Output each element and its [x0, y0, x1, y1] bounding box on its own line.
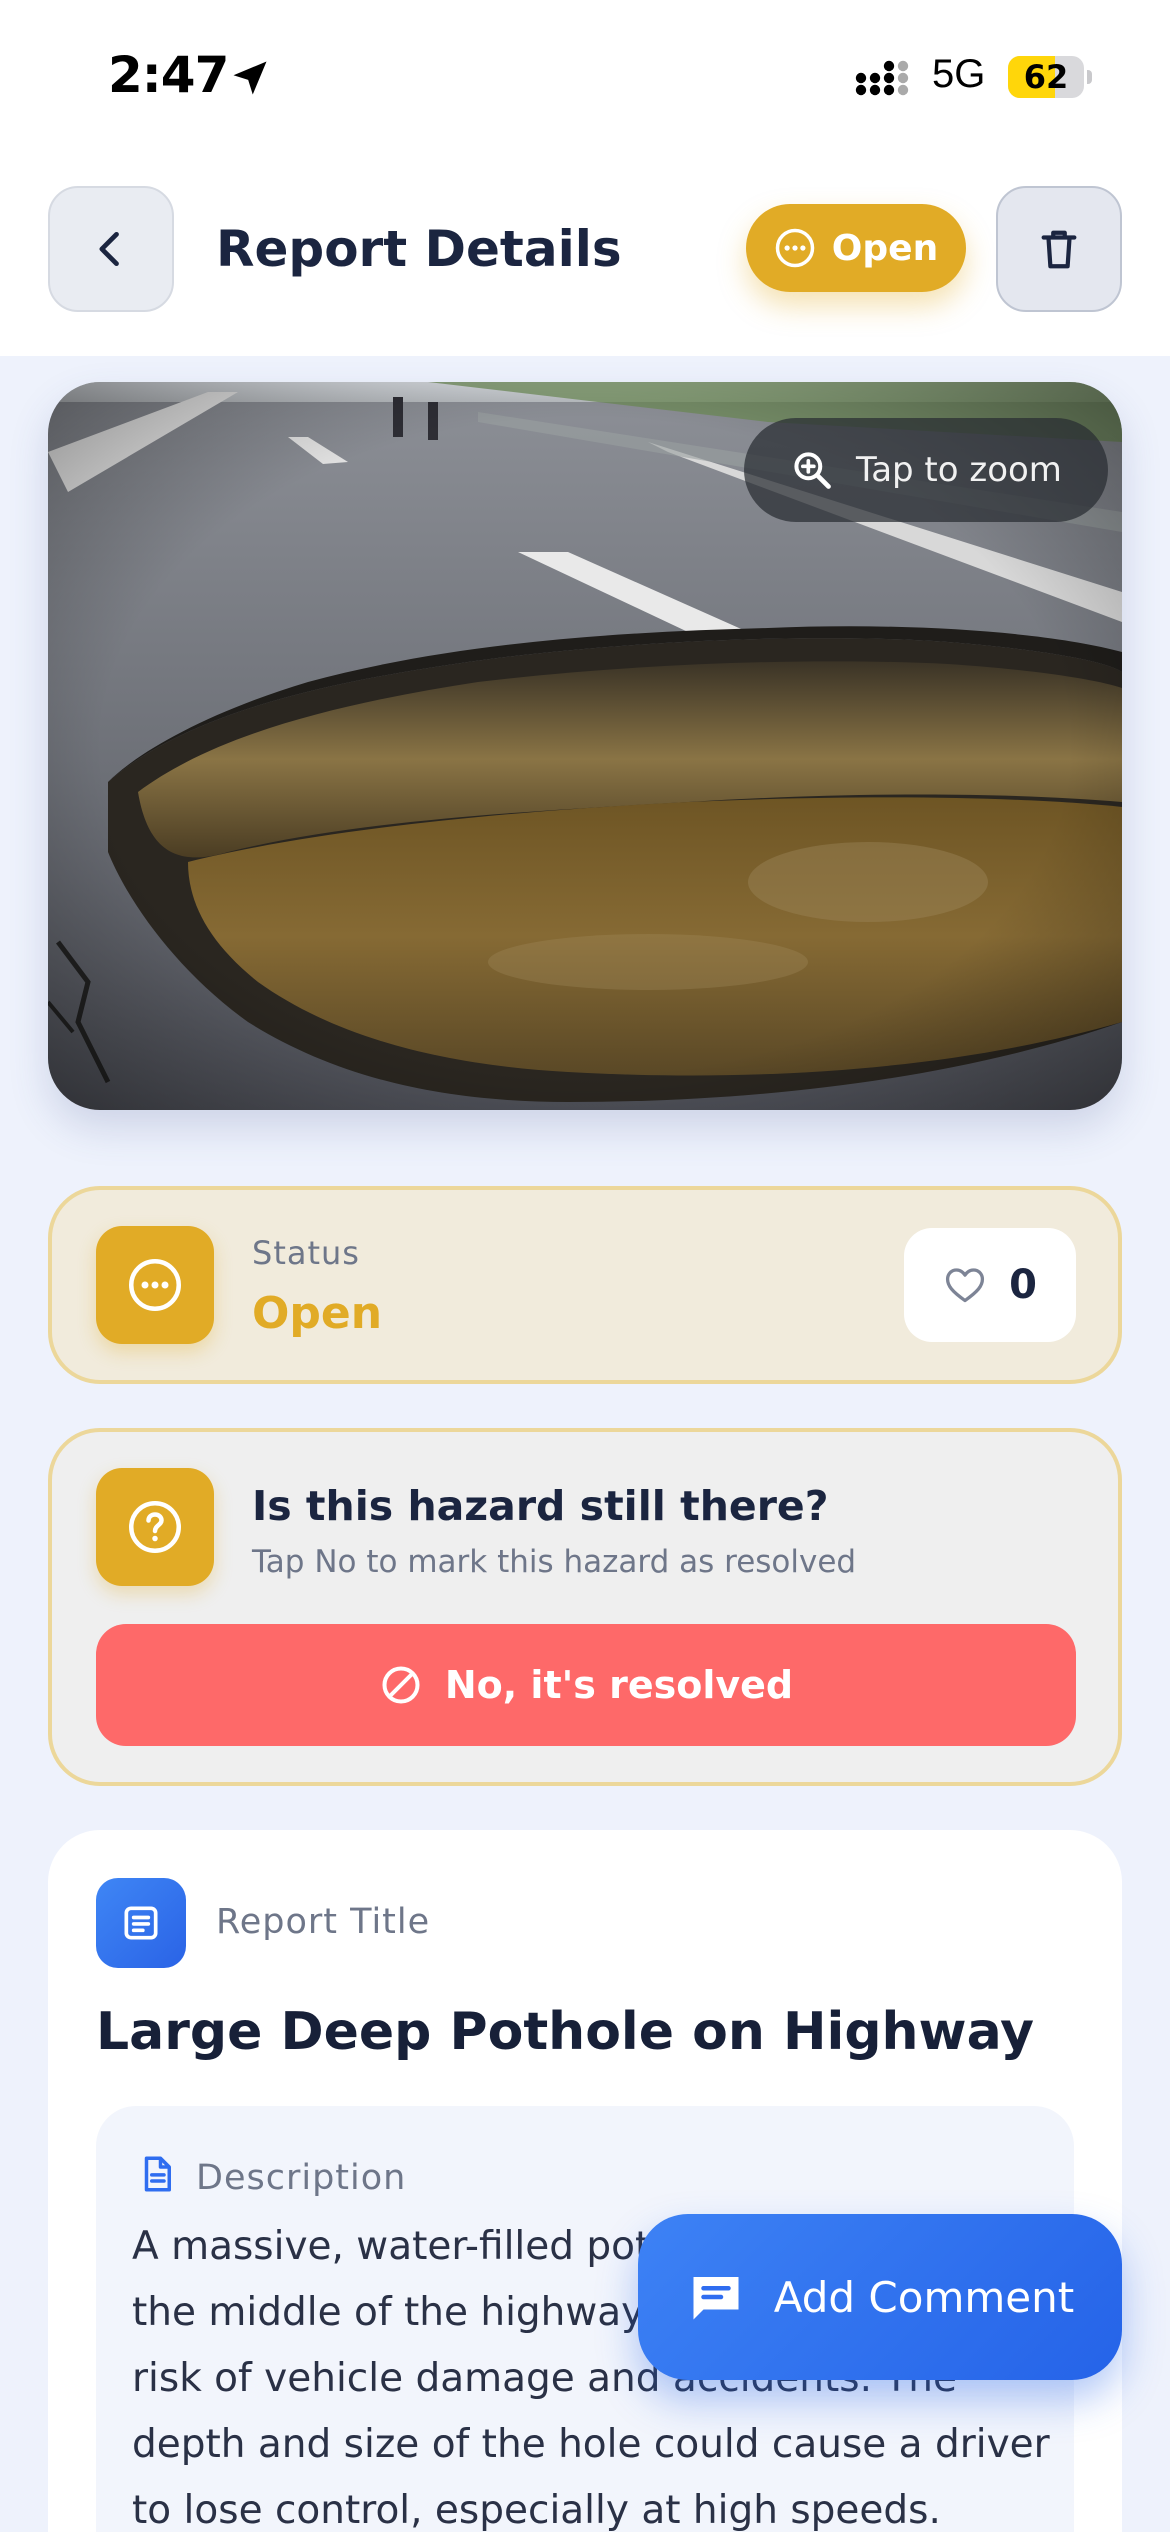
zoom-in-icon — [794, 452, 831, 489]
status-pill-label: Open — [831, 227, 939, 269]
like-button[interactable]: 0 — [904, 1228, 1076, 1342]
mark-resolved-button[interactable]: No, it's resolved — [96, 1624, 1076, 1746]
report-title: Large Deep Pothole on Highway — [96, 2002, 1034, 2062]
battery-percent: 62 — [1023, 58, 1069, 96]
heart-icon — [946, 1268, 985, 1303]
cellular-signal-icon — [855, 60, 909, 96]
more-circle-icon — [129, 1259, 181, 1311]
status-pill: Open — [746, 204, 966, 292]
hazard-question: Is this hazard still there? — [252, 1482, 829, 1530]
tap-to-zoom-chip[interactable]: Tap to zoom — [744, 418, 1108, 522]
status-bar: 2:47 5G 62 — [0, 0, 1170, 150]
mark-resolved-label: No, it's resolved — [444, 1663, 794, 1707]
status-value: Open — [252, 1288, 383, 1339]
add-comment-button[interactable]: Add Comment — [638, 2214, 1122, 2380]
hazard-check-card: Is this hazard still there? Tap No to ma… — [48, 1428, 1122, 1786]
app-header: Report Details Open — [0, 150, 1170, 356]
tap-to-zoom-label: Tap to zoom — [856, 450, 1062, 490]
document-icon — [144, 2156, 171, 2192]
network-type: 5G — [932, 52, 986, 96]
like-count: 0 — [1009, 1262, 1037, 1308]
back-button[interactable] — [48, 186, 174, 312]
question-icon-badge — [96, 1468, 214, 1586]
status-icon-badge — [96, 1226, 214, 1344]
description-label: Description — [196, 2158, 407, 2198]
status-label: Status — [252, 1234, 360, 1272]
battery-indicator: 62 — [1008, 56, 1092, 98]
status-time: 2:47 — [108, 46, 229, 104]
hazard-hint: Tap No to mark this hazard as resolved — [252, 1544, 857, 1580]
status-card: Status Open 0 — [48, 1186, 1122, 1384]
report-title-icon-badge — [96, 1878, 186, 1968]
add-comment-label: Add Comment — [773, 2272, 1075, 2322]
page-title: Report Details — [216, 220, 622, 278]
location-arrow-icon — [233, 61, 267, 95]
report-card: Report Title Large Deep Pothole on Highw… — [48, 1830, 1122, 2532]
block-icon — [382, 1666, 420, 1704]
question-circle-icon — [129, 1501, 181, 1553]
article-icon — [124, 1906, 158, 1940]
report-details-screen: 2:47 5G 62 Report Details Open Tap to zo… — [0, 0, 1170, 2532]
delete-button[interactable] — [996, 186, 1122, 312]
more-circle-icon — [775, 228, 815, 268]
chevron-left-icon — [99, 231, 119, 267]
report-title-label: Report Title — [216, 1902, 431, 1942]
comment-icon — [693, 2277, 739, 2320]
trash-icon — [1041, 230, 1077, 269]
